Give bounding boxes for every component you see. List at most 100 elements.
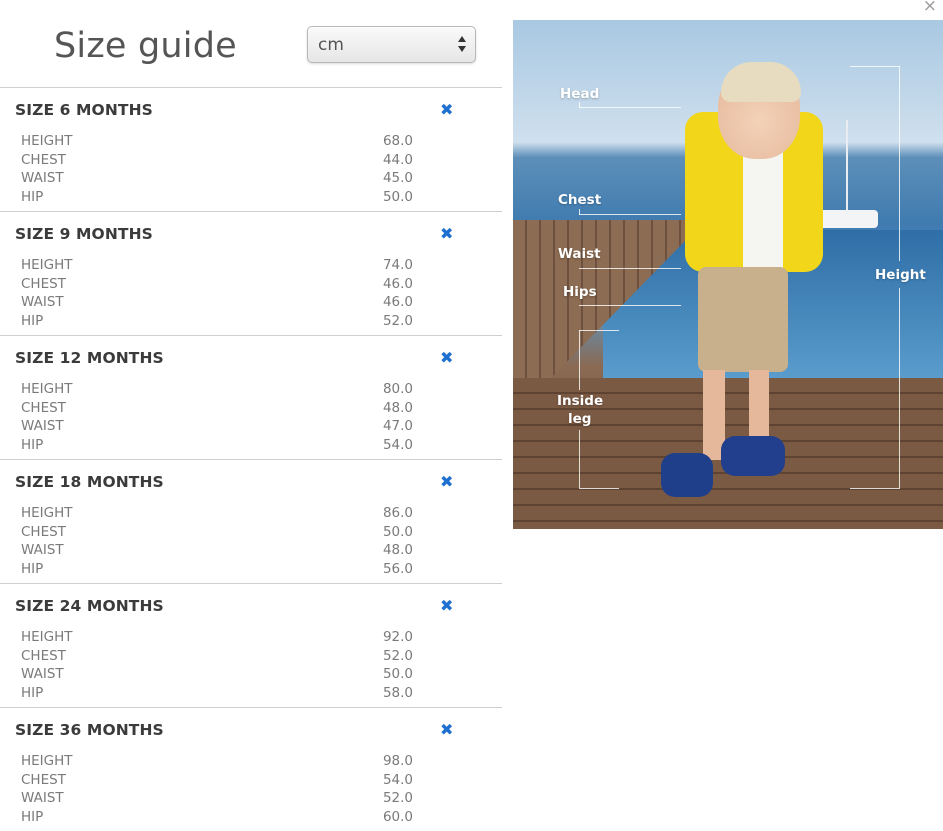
measurement-row: WAIST 47.0 (21, 418, 413, 437)
measurement-value: 50.0 (382, 523, 413, 540)
inside-leg-bottom-line (579, 488, 619, 489)
measurement-value: 52.0 (382, 647, 413, 664)
height-bottom-line (850, 488, 900, 489)
chest-line (579, 214, 681, 215)
measurement-list: HEIGHT 98.0 CHEST 54.0 WAIST 52.0 HIP 60.0 (21, 753, 413, 827)
head-line-tick (579, 102, 580, 108)
measurement-label: HEIGHT (21, 381, 73, 397)
size-section: SIZE 12 MONTHS ✖ HEIGHT 80.0 CHEST 48.0 WA… (0, 335, 502, 459)
measurement-label: CHEST (21, 647, 66, 664)
sailboat (818, 210, 878, 228)
waist-label: Waist (558, 246, 601, 262)
measurement-row: HIP 58.0 (21, 685, 413, 704)
measurement-value: 46.0 (382, 275, 413, 292)
measurement-value: 52.0 (382, 790, 413, 806)
hips-label: Hips (563, 284, 597, 300)
measurement-row: CHEST 52.0 (21, 648, 413, 667)
measurement-row: CHEST 50.0 (21, 524, 413, 543)
measurement-value: 56.0 (382, 560, 413, 577)
measurement-row: WAIST 48.0 (21, 542, 413, 561)
section-close-icon[interactable]: ✖ (440, 720, 453, 739)
height-upper-line (899, 66, 900, 261)
size-sections: SIZE 6 MONTHS ✖ HEIGHT 68.0 CHEST 44.0 WAI… (0, 87, 502, 831)
measurement-row: HIP 50.0 (21, 189, 413, 208)
measurement-label: HIP (21, 560, 44, 577)
measurement-value: 58.0 (382, 684, 413, 701)
measurement-value: 98.0 (382, 753, 413, 769)
measurement-row: WAIST 46.0 (21, 294, 413, 313)
inside-leg-label-line2: leg (568, 411, 592, 427)
measurement-row: HEIGHT 74.0 (21, 257, 413, 276)
measurement-label: WAIST (21, 418, 64, 434)
measurement-row: WAIST 45.0 (21, 170, 413, 189)
measurement-value: 68.0 (382, 133, 413, 149)
section-title: SIZE 9 MONTHS (15, 225, 153, 243)
measurement-label: CHEST (21, 523, 66, 540)
measurement-label: HIP (21, 684, 44, 701)
measurement-label: HEIGHT (21, 133, 73, 149)
measurement-value: 80.0 (382, 381, 413, 397)
measurement-value: 48.0 (382, 542, 413, 558)
child-hair (721, 62, 801, 102)
waist-line (579, 268, 681, 269)
measurement-value: 74.0 (382, 257, 413, 273)
measurement-row: WAIST 52.0 (21, 790, 413, 809)
child-shoe-right (721, 436, 785, 476)
child-shoe-left (661, 453, 713, 497)
measurement-row: HEIGHT 80.0 (21, 381, 413, 400)
measurement-value: 50.0 (382, 666, 413, 682)
measurement-value: 92.0 (382, 629, 413, 645)
measurement-label: HIP (21, 436, 44, 453)
measurement-row: HEIGHT 86.0 (21, 505, 413, 524)
child-leg-right (749, 370, 769, 445)
child-shorts (698, 267, 788, 372)
inside-leg-lower-line (579, 430, 580, 488)
height-lower-line (899, 288, 900, 488)
section-close-icon[interactable]: ✖ (440, 100, 453, 119)
size-section: SIZE 36 MONTHS ✖ HEIGHT 98.0 CHEST 54.0 WA… (0, 707, 502, 831)
measurement-label: CHEST (21, 151, 66, 168)
section-close-icon[interactable]: ✖ (440, 472, 453, 491)
size-section: SIZE 24 MONTHS ✖ HEIGHT 92.0 CHEST 52.0 WA… (0, 583, 502, 707)
measurement-value: 54.0 (382, 436, 413, 453)
section-close-icon[interactable]: ✖ (440, 224, 453, 243)
measurement-value: 44.0 (382, 151, 413, 168)
unit-select[interactable]: cm (307, 26, 476, 63)
measurement-list: HEIGHT 80.0 CHEST 48.0 WAIST 47.0 HIP 54.0 (21, 381, 413, 455)
measurement-value: 54.0 (382, 771, 413, 788)
measurement-row: HIP 60.0 (21, 809, 413, 828)
section-close-icon[interactable]: ✖ (440, 596, 453, 615)
close-modal-icon[interactable]: × (923, 0, 937, 15)
section-title: SIZE 6 MONTHS (15, 101, 153, 119)
measurement-row: HIP 52.0 (21, 313, 413, 332)
measurement-label: HEIGHT (21, 753, 73, 769)
measurement-value: 86.0 (382, 505, 413, 521)
measurement-value: 60.0 (382, 808, 413, 825)
measurement-label: HIP (21, 808, 44, 825)
section-title: SIZE 18 MONTHS (15, 473, 164, 491)
head-label: Head (560, 86, 600, 102)
measurement-row: WAIST 50.0 (21, 666, 413, 685)
measurement-list: HEIGHT 86.0 CHEST 50.0 WAIST 48.0 HIP 56.0 (21, 505, 413, 579)
measurement-value: 46.0 (382, 294, 413, 310)
measurement-label: WAIST (21, 542, 64, 558)
measurement-row: CHEST 48.0 (21, 400, 413, 419)
measurement-photo: Head Chest Waist Hips Inside leg Height (513, 20, 943, 529)
measurement-value: 47.0 (382, 418, 413, 434)
measurement-row: HEIGHT 98.0 (21, 753, 413, 772)
boat-mast (846, 120, 848, 212)
measurement-value: 48.0 (382, 399, 413, 416)
measurement-label: HIP (21, 312, 44, 329)
size-section: SIZE 6 MONTHS ✖ HEIGHT 68.0 CHEST 44.0 WAI… (0, 87, 502, 211)
measurement-list: HEIGHT 74.0 CHEST 46.0 WAIST 46.0 HIP 52.0 (21, 257, 413, 331)
measurement-label: HIP (21, 188, 44, 205)
measurement-label: WAIST (21, 666, 64, 682)
section-title: SIZE 24 MONTHS (15, 597, 164, 615)
section-title: SIZE 36 MONTHS (15, 721, 164, 739)
inside-leg-upper-line (579, 330, 580, 390)
measurement-label: CHEST (21, 771, 66, 788)
page-title: Size guide (54, 26, 237, 66)
measurement-label: CHEST (21, 275, 66, 292)
measurement-row: CHEST 46.0 (21, 276, 413, 295)
section-close-icon[interactable]: ✖ (440, 348, 453, 367)
